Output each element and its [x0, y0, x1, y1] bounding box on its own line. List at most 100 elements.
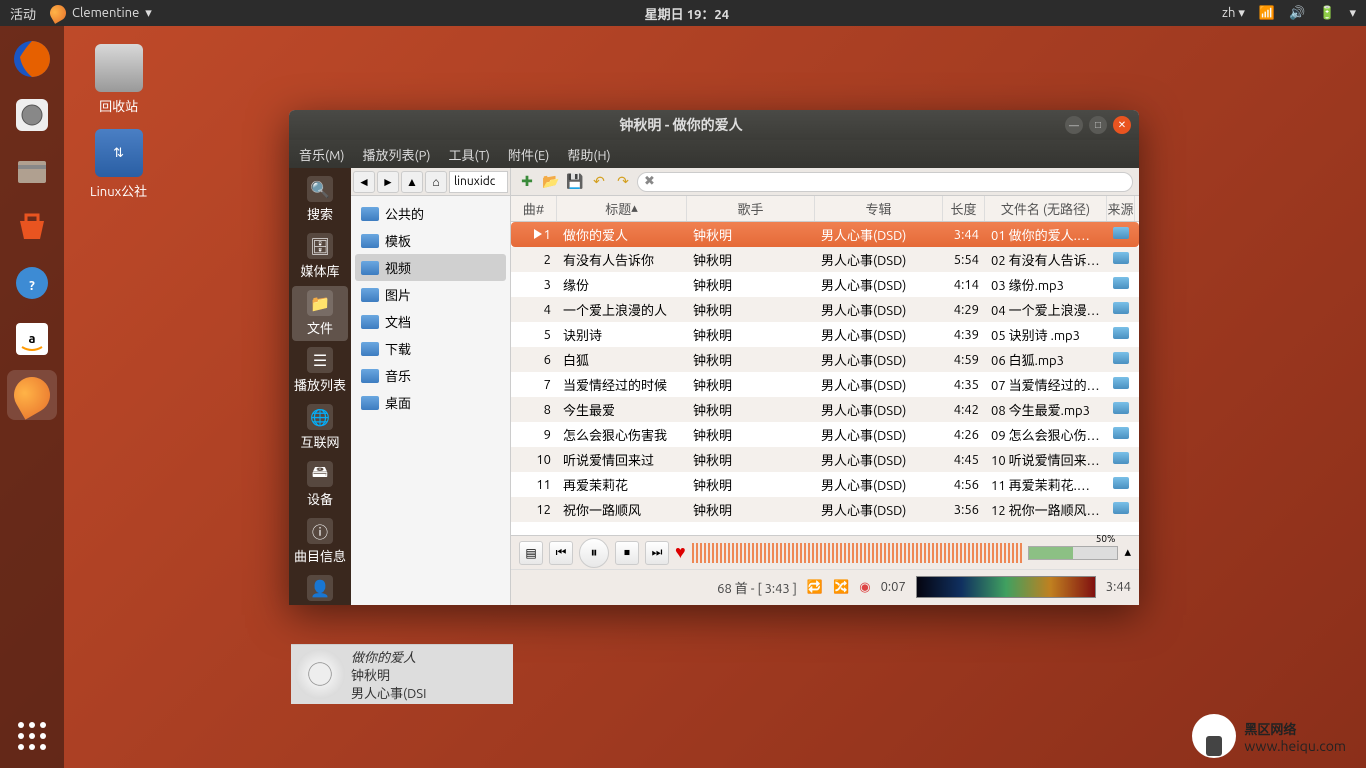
- col-artist[interactable]: 歌手: [687, 196, 815, 221]
- save-button[interactable]: 💾: [565, 172, 585, 192]
- table-row[interactable]: 5诀别诗钟秋明男人心事(DSD)4:3905 诀别诗 .mp3: [511, 322, 1139, 347]
- nav-back-button[interactable]: ◄: [353, 171, 375, 193]
- nav-up-button[interactable]: ▲: [401, 171, 423, 193]
- table-row[interactable]: 12祝你一路顺风钟秋明男人心事(DSD)3:5612 祝你一路顺风…: [511, 497, 1139, 522]
- redo-button[interactable]: ↷: [613, 172, 633, 192]
- playlist-search[interactable]: ✖: [637, 172, 1133, 192]
- col-filename[interactable]: 文件名 (无路径): [985, 196, 1107, 221]
- sidebar-item-6[interactable]: ⓘ曲目信息: [292, 514, 348, 569]
- table-row[interactable]: 7当爱情经过的时候钟秋明男人心事(DSD)4:3507 当爱情经过的…: [511, 372, 1139, 397]
- menu-help[interactable]: 帮助(H): [567, 145, 610, 164]
- table-row[interactable]: 8今生最爱钟秋明男人心事(DSD)4:4208 今生最爱.mp3: [511, 397, 1139, 422]
- table-row[interactable]: 11再爱茉莉花钟秋明男人心事(DSD)4:5611 再爱茉莉花.mp3: [511, 472, 1139, 497]
- sidebar-icon: ⓘ: [307, 518, 333, 544]
- folder-item[interactable]: 文档: [355, 308, 506, 335]
- sidebar-item-2[interactable]: 📁文件: [292, 286, 348, 341]
- folder-item[interactable]: 桌面: [355, 389, 506, 416]
- next-button[interactable]: ⏭: [645, 541, 669, 565]
- sidebar-item-4[interactable]: 🌐互联网: [292, 400, 348, 455]
- menu-music[interactable]: 音乐(M): [299, 145, 345, 164]
- spectrum[interactable]: [916, 576, 1096, 598]
- sidebar-item-5[interactable]: 🖴设备: [292, 457, 348, 512]
- input-lang[interactable]: zh ▾: [1222, 6, 1245, 21]
- app-menu[interactable]: Clementine ▾: [50, 5, 152, 21]
- folder-item[interactable]: 视频: [355, 254, 506, 281]
- cell-filename: 11 再爱茉莉花.mp3: [985, 475, 1107, 494]
- dock-amazon[interactable]: a: [7, 314, 57, 364]
- table-row[interactable]: 2有没有人告诉你钟秋明男人心事(DSD)5:5402 有没有人告诉…: [511, 247, 1139, 272]
- cell-title: 怎么会狠心伤害我: [557, 425, 687, 444]
- col-album[interactable]: 专辑: [815, 196, 943, 221]
- wifi-icon[interactable]: 📶: [1259, 6, 1275, 21]
- sidebar-icon: 📁: [307, 290, 333, 316]
- dock-files[interactable]: [7, 146, 57, 196]
- dock-help[interactable]: ?: [7, 258, 57, 308]
- love-button[interactable]: ♥: [675, 542, 686, 563]
- table-row[interactable]: 10听说爱情回来过钟秋明男人心事(DSD)4:4510 听说爱情回来…: [511, 447, 1139, 472]
- folder-item[interactable]: 模板: [355, 227, 506, 254]
- table-row[interactable]: 4一个爱上浪漫的人钟秋明男人心事(DSD)4:2904 一个爱上浪漫…: [511, 297, 1139, 322]
- col-title[interactable]: 标题 ▴: [557, 196, 687, 221]
- cell-album: 男人心事(DSD): [815, 375, 943, 394]
- table-row[interactable]: 9怎么会狠心伤害我钟秋明男人心事(DSD)4:2609 怎么会狠心伤…: [511, 422, 1139, 447]
- folder-item[interactable]: 公共的: [355, 200, 506, 227]
- close-button[interactable]: ✕: [1113, 116, 1131, 134]
- battery-icon[interactable]: 🔋: [1319, 6, 1335, 21]
- open-button[interactable]: 📂: [541, 172, 561, 192]
- cell-source: [1107, 227, 1135, 242]
- play-pause-button[interactable]: ⏸: [579, 538, 609, 568]
- col-tracknum[interactable]: 曲#: [511, 196, 557, 221]
- desktop-trash[interactable]: 回收站: [90, 44, 147, 115]
- nav-home-button[interactable]: ⌂: [425, 171, 447, 193]
- col-source[interactable]: 来源: [1107, 196, 1135, 221]
- shuffle-button[interactable]: 🔀: [833, 580, 849, 595]
- col-length[interactable]: 长度: [943, 196, 985, 221]
- sidebar-item-7[interactable]: 👤歌手信息: [292, 571, 348, 605]
- titlebar[interactable]: 钟秋明 - 做你的爱人 — □ ✕: [289, 110, 1139, 140]
- sidebar-item-0[interactable]: 🔍搜索: [292, 172, 348, 227]
- table-row[interactable]: 1做你的爱人钟秋明男人心事(DSD)3:4401 做你的爱人.mp3: [511, 222, 1139, 247]
- volume-icon[interactable]: 🔊: [1289, 6, 1305, 21]
- show-apps-button[interactable]: [18, 722, 46, 750]
- prev-button[interactable]: ⏮: [549, 541, 573, 565]
- undo-button[interactable]: ↶: [589, 172, 609, 192]
- cell-length: 4:56: [943, 478, 985, 492]
- folder-item[interactable]: 图片: [355, 281, 506, 308]
- repeat-button[interactable]: 🔁: [807, 580, 823, 595]
- show-queue-button[interactable]: ▤: [519, 541, 543, 565]
- menu-playlist[interactable]: 播放列表(P): [363, 145, 431, 164]
- clock[interactable]: 星期日 19：24: [152, 4, 1222, 23]
- sidebar-label: 媒体库: [300, 261, 339, 280]
- activities-button[interactable]: 活动: [10, 4, 36, 23]
- usb-icon: ⇅: [95, 129, 143, 177]
- stop-button[interactable]: ⏹: [615, 541, 639, 565]
- folder-item[interactable]: 下载: [355, 335, 506, 362]
- sidebar-item-1[interactable]: 🗄媒体库: [292, 229, 348, 284]
- table-row[interactable]: 6白狐钟秋明男人心事(DSD)4:5906 白狐.mp3: [511, 347, 1139, 372]
- menu-tools[interactable]: 工具(T): [448, 145, 489, 164]
- dock-clementine[interactable]: [7, 370, 57, 420]
- dock-rhythmbox[interactable]: [7, 90, 57, 140]
- table-header: 曲# 标题 ▴ 歌手 专辑 长度 文件名 (无路径) 来源: [511, 196, 1139, 222]
- dock-software[interactable]: [7, 202, 57, 252]
- table-row[interactable]: 3缘份钟秋明男人心事(DSD)4:1403 缘份.mp3: [511, 272, 1139, 297]
- sidebar-label: 播放列表: [294, 375, 346, 394]
- chevron-down-icon[interactable]: ▾: [1349, 6, 1356, 21]
- minimize-button[interactable]: —: [1065, 116, 1083, 134]
- folder-item[interactable]: 音乐: [355, 362, 506, 389]
- dock-firefox[interactable]: [7, 34, 57, 84]
- album-art[interactable]: [295, 649, 345, 699]
- folder-label: 音乐: [385, 366, 411, 385]
- sidebar-item-3[interactable]: ☰ 播放列表: [292, 343, 348, 398]
- sidebar-icon: ☰: [307, 347, 333, 373]
- volume-slider[interactable]: 50%: [1028, 546, 1118, 560]
- cell-length: 4:26: [943, 428, 985, 442]
- maximize-button[interactable]: □: [1089, 116, 1107, 134]
- expand-icon[interactable]: ▴: [1124, 545, 1131, 560]
- folder-label: 图片: [385, 285, 411, 304]
- new-playlist-button[interactable]: ✚: [517, 172, 537, 192]
- desktop-usb[interactable]: ⇅ Linux公社: [90, 129, 147, 200]
- nav-forward-button[interactable]: ►: [377, 171, 399, 193]
- path-input[interactable]: [449, 171, 508, 193]
- menu-extras[interactable]: 附件(E): [508, 145, 549, 164]
